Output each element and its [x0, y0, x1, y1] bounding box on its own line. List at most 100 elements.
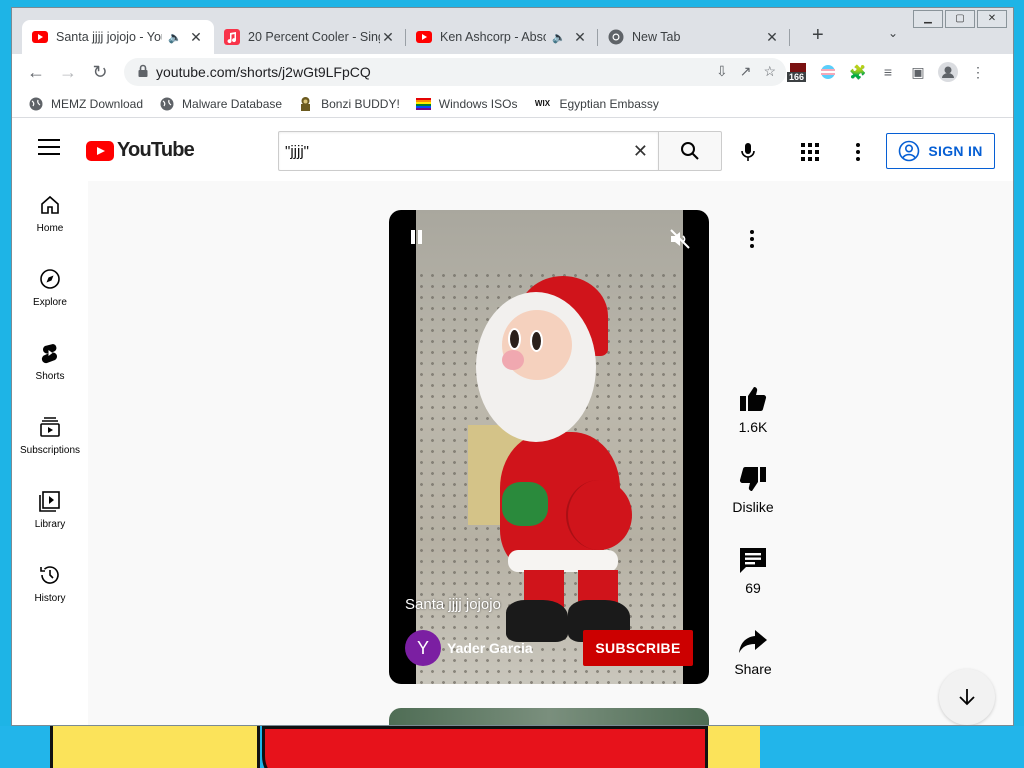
close-tab-icon[interactable]: ✕ [380, 29, 396, 46]
voice-search-button[interactable] [734, 138, 762, 166]
browser-menu-icon[interactable]: ⋮ [968, 62, 988, 82]
short-video-player[interactable]: Santa jjjj jojojo Y Yader Garcia SUBSCRI… [389, 210, 709, 684]
desktop-background [0, 726, 1024, 768]
new-tab-button[interactable]: + [812, 24, 824, 47]
close-tab-icon[interactable]: ✕ [188, 29, 204, 46]
next-short-preview[interactable] [389, 708, 709, 725]
desktop-art-yellow-shape [50, 726, 260, 768]
install-app-icon[interactable]: ⇩ [716, 63, 728, 80]
sidebar-item-home[interactable]: Home [12, 181, 88, 247]
search-input[interactable] [285, 140, 615, 162]
thumbs-up-icon [740, 386, 767, 412]
youtube-icon [416, 29, 432, 45]
search-box: ✕ [278, 131, 659, 171]
santa-eye [530, 330, 543, 352]
chrome-icon [608, 29, 624, 45]
dislike-label: Dislike [732, 499, 774, 515]
sidebar-item-label: History [34, 593, 66, 604]
lock-icon [138, 64, 148, 77]
pause-icon[interactable] [409, 230, 425, 246]
short-title: Santa jjjj jojojo [405, 596, 501, 613]
comments-button[interactable]: 69 [725, 544, 781, 596]
youtube-play-icon [86, 140, 114, 161]
reload-icon[interactable]: ↻ [88, 60, 112, 84]
santa-fur-trim [508, 550, 618, 572]
subscribe-button[interactable]: SUBSCRIBE [583, 630, 693, 666]
account-circle-icon [899, 140, 920, 162]
youtube-logo[interactable]: YouTube [86, 139, 195, 162]
youtube-icon [32, 29, 48, 45]
extension-badge: 166 [787, 72, 807, 82]
microphone-icon [741, 143, 755, 161]
like-button[interactable]: 1.6K [725, 383, 781, 435]
profile-avatar-icon[interactable] [938, 62, 958, 82]
bookmark-label: Windows ISOs [438, 96, 518, 111]
forward-arrow-icon[interactable]: → [56, 60, 80, 84]
bookmark-label: Egyptian Embassy [559, 96, 659, 111]
short-more-options-icon[interactable] [742, 227, 762, 251]
close-tab-icon[interactable]: ✕ [764, 29, 780, 46]
sidebar-item-explore[interactable]: Explore [12, 255, 88, 321]
more-vertical-icon[interactable] [846, 140, 870, 164]
back-arrow-icon[interactable]: ← [24, 60, 48, 84]
channel-avatar[interactable]: Y [405, 630, 441, 666]
tab-new-tab[interactable]: New Tab ✕ [598, 20, 790, 54]
search-button[interactable] [658, 131, 722, 171]
sidebar-item-subscriptions[interactable]: Subscriptions [12, 403, 88, 469]
share-label: Share [734, 661, 772, 677]
bookmark-egyptian-embassy[interactable]: WIX Egyptian Embassy [533, 96, 659, 111]
santa-boot [506, 600, 568, 642]
tab-search-chevron-icon[interactable]: ⌄ [888, 26, 898, 40]
sidebar-item-library[interactable]: Library [12, 477, 88, 543]
channel-name[interactable]: Yader Garcia [447, 640, 533, 656]
share-button[interactable]: Share [725, 625, 781, 677]
comment-count: 69 [745, 580, 761, 596]
desktop-art-yellow-shape-right [705, 726, 760, 768]
hamburger-menu-icon[interactable] [38, 139, 60, 157]
bookmark-windows-isos[interactable]: Windows ISOs [415, 96, 518, 111]
sidebar-item-history[interactable]: History [12, 551, 88, 617]
media-queue-icon[interactable]: ≡ [878, 62, 898, 82]
dislike-button[interactable]: Dislike [725, 463, 781, 515]
bookmark-malware-database[interactable]: Malware Database [159, 96, 282, 111]
like-count: 1.6K [738, 419, 768, 435]
tab-ken-ashcorp[interactable]: Ken Ashcorp - Absolute Territory 🔈 ✕ [406, 20, 598, 54]
tab-music[interactable]: 20 Percent Cooler - Single ✕ [214, 20, 406, 54]
history-icon [40, 566, 59, 584]
apps-grid-icon[interactable] [798, 140, 822, 164]
share-arrow-icon [739, 630, 767, 653]
sign-in-button[interactable]: SIGN IN [886, 133, 995, 169]
minimize-button[interactable]: ▁ [913, 10, 943, 28]
bookmark-bonzi-buddy[interactable]: Bonzi BUDDY! [298, 96, 400, 111]
next-video-button[interactable] [939, 669, 995, 725]
sidebar-item-shorts[interactable]: Shorts [12, 329, 88, 395]
speaker-icon[interactable]: 🔈 [552, 31, 566, 44]
bookmark-label: Bonzi BUDDY! [321, 96, 400, 111]
thumbs-down-icon [739, 466, 766, 492]
bookmark-memz-download[interactable]: MEMZ Download [28, 96, 143, 111]
extensions-puzzle-icon[interactable]: 🧩 [848, 62, 868, 82]
close-tab-icon[interactable]: ✕ [572, 29, 588, 46]
globe-icon [28, 96, 43, 111]
browser-toolbar: ← → ↻ youtube.com/shorts/j2wGt9LFpCQ ⇩ ↗… [12, 54, 1013, 90]
volume-muted-icon[interactable] [668, 227, 692, 251]
youtube-logo-text: YouTube [117, 139, 195, 161]
tab-youtube-short[interactable]: Santa jjjj jojojo - YouTube 🔈 ✕ [22, 20, 214, 54]
bookmark-label: Malware Database [182, 96, 283, 111]
subscriptions-icon [40, 417, 60, 437]
ublock-extension-icon[interactable]: 166 [787, 62, 808, 82]
rainbow-flag-icon [415, 96, 431, 111]
bookmarks-bar: MEMZ Download Malware Database Bonzi BUD… [12, 90, 1013, 118]
globe-icon [159, 96, 174, 111]
bookmark-star-icon[interactable]: ☆ [763, 63, 776, 80]
side-panel-icon[interactable]: ▣ [908, 62, 928, 82]
speaker-icon[interactable]: 🔈 [168, 31, 182, 44]
music-icon [224, 29, 240, 45]
home-icon [41, 195, 59, 214]
share-icon[interactable]: ↗ [740, 63, 752, 80]
close-window-button[interactable]: ✕ [977, 10, 1007, 28]
address-bar[interactable]: youtube.com/shorts/j2wGt9LFpCQ ⇩ ↗ ☆ [124, 58, 786, 86]
maximize-button[interactable]: ▢ [945, 10, 975, 28]
trans-flag-extension-icon[interactable] [818, 62, 838, 82]
clear-search-icon[interactable]: ✕ [633, 141, 648, 162]
